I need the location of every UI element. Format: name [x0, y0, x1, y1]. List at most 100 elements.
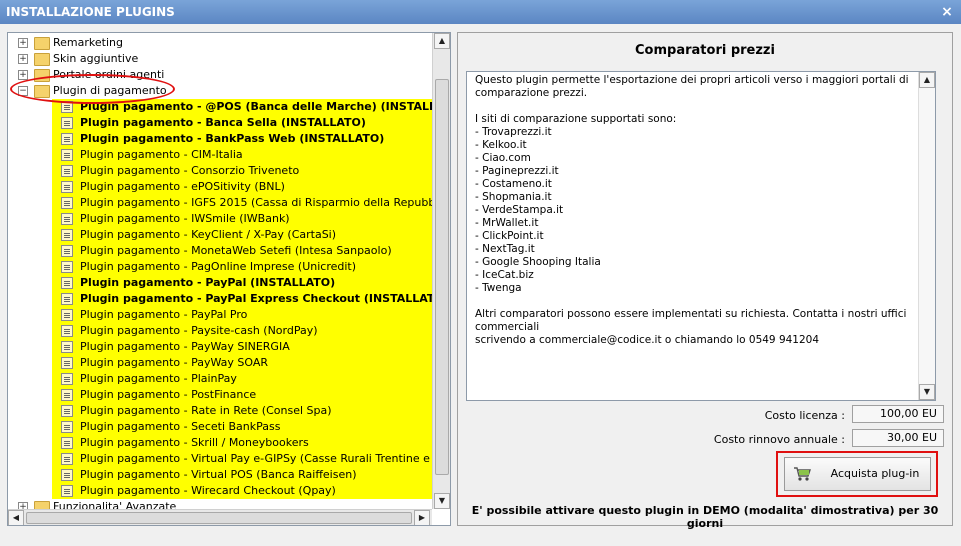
tree-vertical-scrollbar[interactable]: ▲ ▼	[432, 33, 450, 509]
plugin-description-box[interactable]: Questo plugin permette l'esportazione de…	[466, 71, 936, 401]
plugin-icon	[61, 261, 73, 273]
plugin-tree: + Remarketing + Skin aggiuntive + Portale ord…	[7, 32, 451, 526]
plugin-icon	[61, 149, 73, 161]
plugin-item-label: Plugin pagamento - KeyClient / X-Pay (Ca…	[80, 228, 337, 241]
plugin-item-label: Plugin pagamento - PlainPay	[80, 372, 237, 385]
plugin-item[interactable]: Plugin pagamento - PayPal (INSTALLATO)	[52, 275, 432, 291]
buy-plugin-button[interactable]: Acquista plug-in	[784, 457, 931, 491]
plugin-item[interactable]: Plugin pagamento - PlainPay	[52, 371, 432, 387]
tree-folder[interactable]: + Skin aggiuntive	[8, 51, 432, 67]
plugin-icon	[61, 197, 73, 209]
tree-horizontal-scrollbar[interactable]: ◀ ▶	[8, 509, 432, 525]
plugin-icon	[61, 309, 73, 321]
plugin-item[interactable]: Plugin pagamento - Skrill / Moneybookers	[52, 435, 432, 451]
license-cost-value: 100,00 EU	[852, 405, 944, 423]
plugin-icon	[61, 357, 73, 369]
expand-icon[interactable]: +	[18, 54, 28, 64]
tree-folder[interactable]: + Funzionalita' Avanzate	[8, 499, 432, 509]
plugin-item-label: Plugin pagamento - Virtual Pay e-GIPSy (…	[80, 452, 432, 465]
plugin-icon	[61, 485, 73, 497]
plugin-icon	[61, 229, 73, 241]
plugin-item[interactable]: Plugin pagamento - Consorzio Triveneto	[52, 163, 432, 179]
plugin-tree-list: + Remarketing + Skin aggiuntive + Portale ord…	[8, 33, 432, 509]
renewal-cost-value: 30,00 EU	[852, 429, 944, 447]
expand-icon[interactable]: +	[18, 502, 28, 509]
plugin-icon	[61, 469, 73, 481]
plugin-icon	[61, 293, 73, 305]
buy-plugin-label: Acquista plug-in	[830, 467, 920, 480]
plugin-item[interactable]: Plugin pagamento - MonetaWeb Setefi (Int…	[52, 243, 432, 259]
license-cost-label: Costo licenza :	[764, 409, 845, 422]
plugin-item[interactable]: Plugin pagamento - Rate in Rete (Consel …	[52, 403, 432, 419]
scroll-down-icon[interactable]: ▼	[434, 493, 450, 509]
tree-scroll-thumb[interactable]	[435, 79, 449, 475]
plugin-item[interactable]: Plugin pagamento - Banca Sella (INSTALLA…	[52, 115, 432, 131]
plugin-item[interactable]: Plugin pagamento - PayWay SINERGIA	[52, 339, 432, 355]
plugin-icon	[61, 117, 73, 129]
plugin-item-label: Plugin pagamento - PagOnline Imprese (Un…	[80, 260, 357, 273]
plugin-item[interactable]: Plugin pagamento - IWSmile (IWBank)	[52, 211, 432, 227]
plugin-item[interactable]: Plugin pagamento - PayPal Express Checko…	[52, 291, 432, 307]
plugin-icon	[61, 421, 73, 433]
description-scrollbar[interactable]: ▲ ▼	[918, 72, 935, 400]
scroll-up-icon[interactable]: ▲	[434, 33, 450, 49]
plugin-item-label: Plugin pagamento - IGFS 2015 (Cassa di R…	[80, 196, 432, 209]
plugin-detail-panel: Comparatori prezzi Questo plugin permett…	[457, 32, 953, 530]
plugin-item-label: Plugin pagamento - PayPal Pro	[80, 308, 248, 321]
annotation-ellipse	[10, 74, 175, 104]
window-titlebar: INSTALLAZIONE PLUGINS ×	[0, 0, 961, 24]
plugin-item-label: Plugin pagamento - CIM-Italia	[80, 148, 243, 161]
plugin-item[interactable]: Plugin pagamento - PostFinance	[52, 387, 432, 403]
plugin-item[interactable]: Plugin pagamento - ePOSitivity (BNL)	[52, 179, 432, 195]
plugin-item[interactable]: Plugin pagamento - Virtual POS (Banca Ra…	[52, 467, 432, 483]
plugin-icon	[61, 245, 73, 257]
plugin-icon	[61, 325, 73, 337]
scroll-right-icon[interactable]: ▶	[414, 510, 430, 525]
plugin-item-label: Plugin pagamento - PayPal (INSTALLATO)	[80, 276, 336, 289]
plugin-item-label: Plugin pagamento - Seceti BankPass	[80, 420, 281, 433]
close-icon[interactable]: ×	[939, 4, 955, 20]
expand-icon[interactable]: +	[18, 38, 28, 48]
plugin-item[interactable]: Plugin pagamento - IGFS 2015 (Cassa di R…	[52, 195, 432, 211]
tree-folder-label: Remarketing	[53, 36, 123, 49]
cart-icon	[794, 467, 811, 481]
plugin-item-label: Plugin pagamento - PayWay SINERGIA	[80, 340, 290, 353]
plugin-item[interactable]: Plugin pagamento - BankPass Web (INSTALL…	[52, 131, 432, 147]
window-title: INSTALLAZIONE PLUGINS	[6, 5, 175, 19]
tree-hscroll-thumb[interactable]	[26, 512, 412, 524]
plugin-icon	[61, 405, 73, 417]
desc-scroll-up-icon[interactable]: ▲	[919, 72, 935, 88]
plugin-icon	[61, 453, 73, 465]
install-plugins-window: INSTALLAZIONE PLUGINS × + Remarketing + Ski…	[0, 0, 961, 546]
plugin-item-label: Plugin pagamento - Banca Sella (INSTALLA…	[80, 116, 366, 129]
plugin-item[interactable]: Plugin pagamento - CIM-Italia	[52, 147, 432, 163]
expand-icon[interactable]: +	[18, 70, 28, 80]
tree-folder[interactable]: + Remarketing	[8, 35, 432, 51]
plugin-item-label: Plugin pagamento - IWSmile (IWBank)	[80, 212, 290, 225]
plugin-icon	[61, 389, 73, 401]
plugin-icon	[61, 437, 73, 449]
demo-note: E' possibile attivare questo plugin in D…	[471, 504, 939, 530]
plugin-item-label: Plugin pagamento - ePOSitivity (BNL)	[80, 180, 285, 193]
plugin-item[interactable]: Plugin pagamento - KeyClient / X-Pay (Ca…	[52, 227, 432, 243]
plugin-item[interactable]: Plugin pagamento - Paysite-cash (NordPay…	[52, 323, 432, 339]
plugin-item-label: Plugin pagamento - Skrill / Moneybookers	[80, 436, 309, 449]
plugin-item[interactable]: Plugin pagamento - PagOnline Imprese (Un…	[52, 259, 432, 275]
plugin-item[interactable]: Plugin pagamento - Wirecard Checkout (Qp…	[52, 483, 432, 499]
plugin-description: Questo plugin permette l'esportazione de…	[475, 74, 909, 346]
plugin-item[interactable]: Plugin pagamento - PayWay SOAR	[52, 355, 432, 371]
plugin-icon	[61, 341, 73, 353]
tree-folder-label: Skin aggiuntive	[53, 52, 139, 65]
desc-scroll-down-icon[interactable]: ▼	[919, 384, 935, 400]
plugin-item[interactable]: Plugin pagamento - PayPal Pro	[52, 307, 432, 323]
plugin-item[interactable]: Plugin pagamento - Seceti BankPass	[52, 419, 432, 435]
plugin-item[interactable]: Plugin pagamento - Virtual Pay e-GIPSy (…	[52, 451, 432, 467]
folder-icon	[34, 501, 50, 509]
plugin-item-label: Plugin pagamento - PayWay SOAR	[80, 356, 268, 369]
scroll-left-icon[interactable]: ◀	[8, 510, 24, 525]
plugin-item-label: Plugin pagamento - Rate in Rete (Consel …	[80, 404, 332, 417]
plugin-icon	[61, 213, 73, 225]
plugin-item-label: Plugin pagamento - BankPass Web (INSTALL…	[80, 132, 385, 145]
folder-icon	[34, 37, 50, 50]
plugin-item-label: Plugin pagamento - PostFinance	[80, 388, 257, 401]
